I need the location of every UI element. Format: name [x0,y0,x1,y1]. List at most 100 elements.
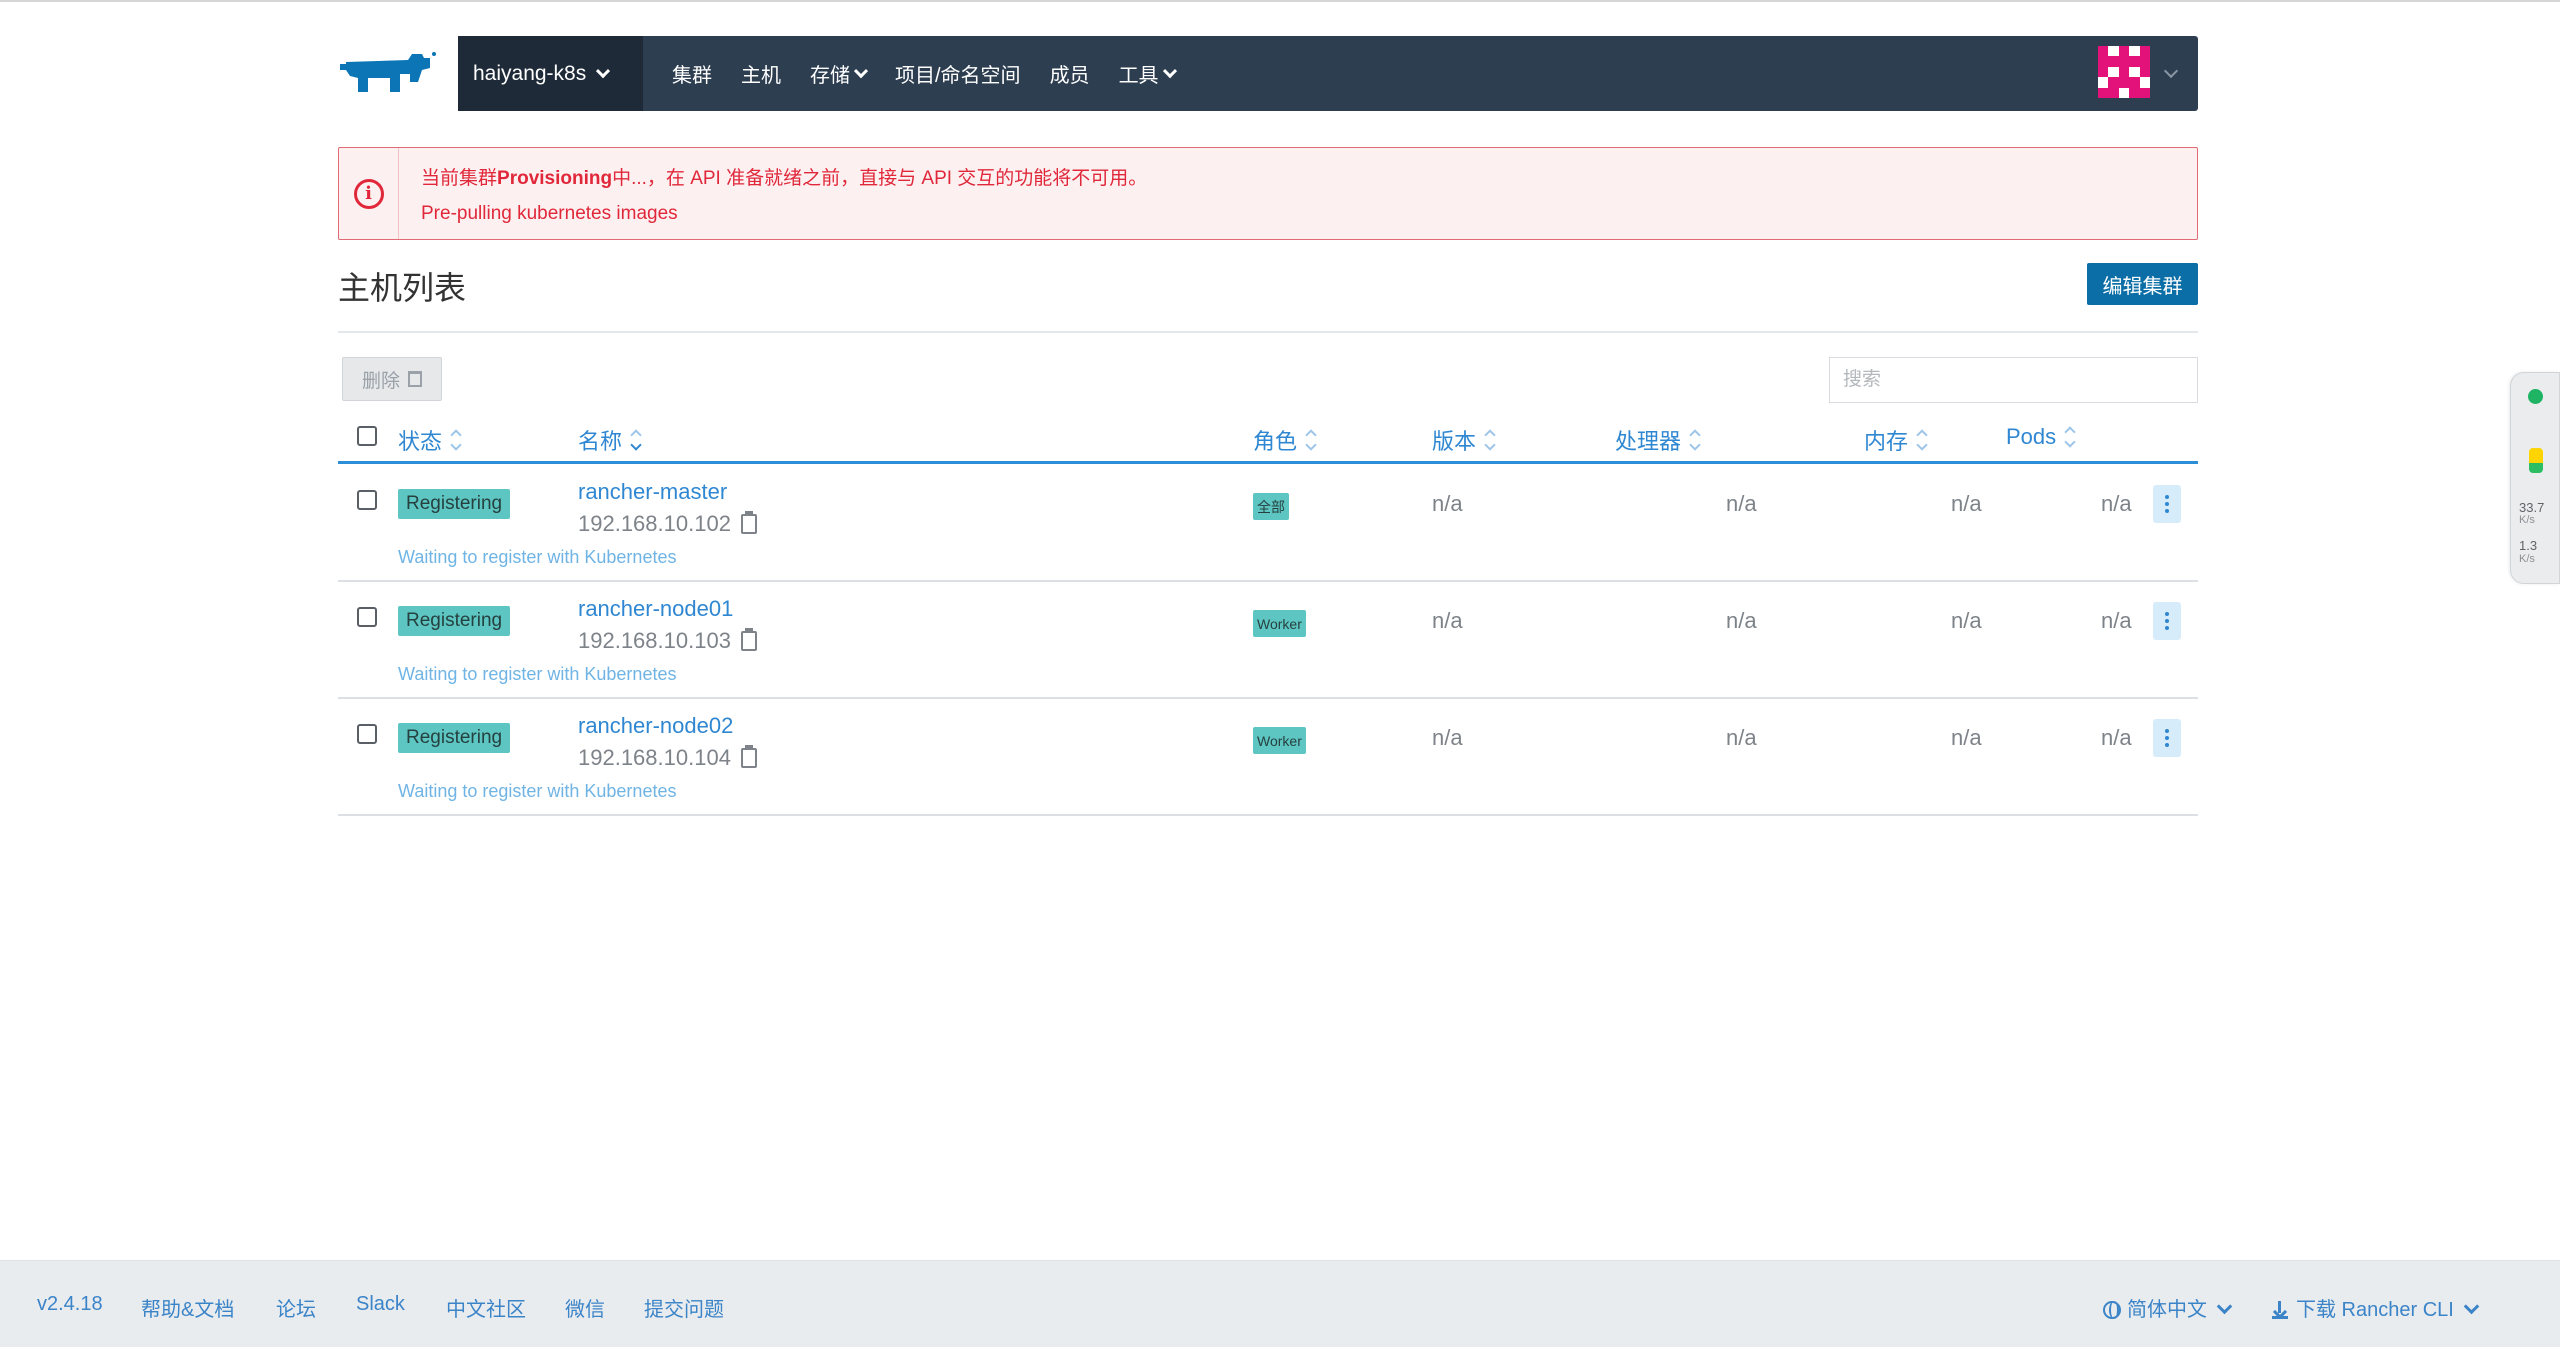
cpu-cell: n/a [1726,491,1757,516]
column-label: Pods [2006,424,2057,449]
column-name[interactable]: 名称 [578,424,642,456]
top-header: haiyang-k8s 集群 主机 存储 项目/命名空间 成员 工具 [338,36,2198,111]
node-name-link[interactable]: rancher-master [578,479,727,505]
nav-label: 存储 [810,65,850,87]
column-label: 角色 [1253,429,1298,454]
sort-icon [1689,429,1701,451]
download-icon [2272,1301,2288,1319]
browser-top-border [0,0,2560,2]
upload-speed: 33.7 [2519,500,2545,515]
download-label: 下载 Rancher CLI [2296,1299,2454,1321]
download-speed: 1.3 [2519,538,2538,553]
nav-storage[interactable]: 存储 [810,59,869,88]
nav-label: 成员 [1049,65,1090,87]
node-ip: 192.168.10.104 [578,745,757,771]
column-memory[interactable]: 内存 [1864,424,1928,456]
column-cpu[interactable]: 处理器 [1615,424,1701,456]
row-actions-menu[interactable] [2153,485,2181,523]
select-all-checkbox[interactable] [357,426,377,446]
language-label: 简体中文 [2127,1299,2207,1321]
column-label: 状态 [398,429,443,454]
row-checkbox[interactable] [357,490,377,510]
language-selector[interactable]: 简体中文 [2103,1293,2233,1322]
column-state[interactable]: 状态 [398,424,462,456]
footer-link-wechat[interactable]: 微信 [565,1293,605,1322]
column-label: 处理器 [1615,429,1682,454]
column-label: 版本 [1432,429,1477,454]
node-status-message: Waiting to register with Kubernetes [398,547,677,567]
version-link[interactable]: v2.4.18 [37,1293,103,1316]
nav-projects-namespaces[interactable]: 项目/命名空间 [895,59,1021,88]
pods-cell: n/a [2101,491,2132,516]
nav-label: 主机 [741,65,781,87]
row-checkbox[interactable] [357,607,377,627]
cluster-switcher[interactable]: haiyang-k8s [458,36,643,111]
nav-label: 项目/命名空间 [895,65,1021,87]
nav-members[interactable]: 成员 [1050,59,1090,88]
cpu-cell: n/a [1726,725,1757,750]
copy-clipboard-icon[interactable] [740,745,757,768]
status-badge: Registering [398,723,511,753]
download-unit: K/s [2519,553,2535,565]
trash-icon [408,371,422,387]
node-status-message: Waiting to register with Kubernetes [398,664,677,684]
network-monitor-widget[interactable]: 33.7 K/s 1.3 K/s [2510,372,2560,584]
chevron-down-icon [2463,1298,2480,1315]
cluster-provisioning-alert: i 当前集群Provisioning中...，在 API 准备就绪之前，直接与 … [338,147,2198,240]
download-cli-link[interactable]: 下载 Rancher CLI [2272,1293,2480,1322]
footer-link-slack[interactable]: Slack [356,1293,405,1316]
search-input[interactable] [1829,357,2198,403]
copy-clipboard-icon[interactable] [740,628,757,651]
column-label: 名称 [578,429,623,454]
info-circle-icon: i [353,178,384,209]
version-cell: n/a [1432,608,1463,633]
role-badge: Worker [1253,727,1306,754]
memory-cell: n/a [1951,725,1982,750]
ip-text: 192.168.10.103 [578,628,731,653]
chevron-down-icon [596,63,611,78]
memory-cell: n/a [1951,608,1982,633]
footer-link-report-issue[interactable]: 提交问题 [644,1293,724,1322]
footer-link-help-docs[interactable]: 帮助&文档 [141,1293,234,1322]
ip-text: 192.168.10.102 [578,511,731,536]
page-footer: v2.4.18 帮助&文档 论坛 Slack 中文社区 微信 提交问题 简体中文… [0,1260,2560,1347]
nav-cluster[interactable]: 集群 [672,59,712,88]
edit-cluster-button[interactable]: 编辑集群 [2087,263,2198,305]
node-name-link[interactable]: rancher-node01 [578,596,733,622]
table-row: Registering rancher-node02 192.168.10.10… [338,699,2198,816]
footer-link-chinese-community[interactable]: 中文社区 [446,1293,526,1322]
row-actions-menu[interactable] [2153,719,2181,757]
user-avatar[interactable] [2098,46,2150,98]
delete-button[interactable]: 删除 [342,357,442,401]
node-name-link[interactable]: rancher-node02 [578,713,733,739]
cluster-name: haiyang-k8s [473,61,587,85]
table-row: Registering rancher-master 192.168.10.10… [338,465,2198,582]
row-checkbox[interactable] [357,724,377,744]
nav-hosts[interactable]: 主机 [741,59,781,88]
column-role[interactable]: 角色 [1253,424,1317,456]
battery-icon [2529,448,2543,473]
alert-suffix: 中...，在 API 准备就绪之前，直接与 API 交互的功能将不可用。 [612,168,1148,189]
alert-message: 当前集群Provisioning中...，在 API 准备就绪之前，直接与 AP… [421,163,1147,190]
table-row: Registering rancher-node01 192.168.10.10… [338,582,2198,699]
sort-icon [1305,429,1317,451]
upload-unit: K/s [2519,514,2535,526]
version-cell: n/a [1432,725,1463,750]
memory-cell: n/a [1951,491,1982,516]
chevron-down-icon [853,63,869,78]
user-menu-chevron-icon[interactable] [2163,63,2179,79]
nav-tools[interactable]: 工具 [1119,59,1177,88]
column-pods[interactable]: Pods [2006,424,2076,450]
column-label: 内存 [1864,429,1909,454]
column-version[interactable]: 版本 [1432,424,1496,456]
copy-clipboard-icon[interactable] [740,511,757,534]
node-ip: 192.168.10.102 [578,511,757,537]
rancher-logo-icon[interactable] [338,48,438,98]
footer-link-forum[interactable]: 论坛 [276,1293,316,1322]
sort-icon [1484,429,1496,451]
row-actions-menu[interactable] [2153,602,2181,640]
title-divider [338,331,2198,333]
globe-icon [2103,1301,2121,1319]
sort-icon [450,429,462,451]
alert-detail: Pre-pulling kubernetes images [421,203,678,224]
